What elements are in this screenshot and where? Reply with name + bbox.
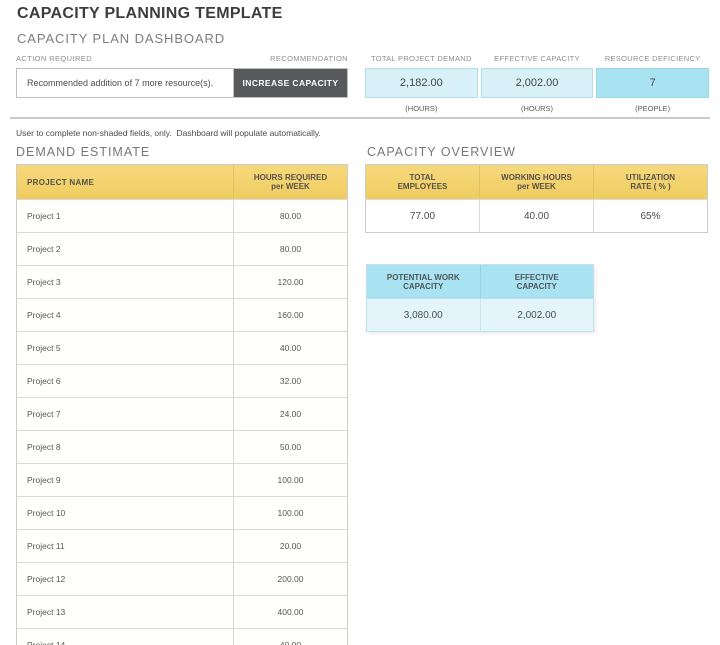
project-name-cell[interactable]: Project 4 xyxy=(17,299,233,331)
demand-estimate-heading: DEMAND ESTIMATE xyxy=(16,145,150,159)
dashboard-metrics: TOTAL PROJECT DEMAND 2,182.00 (HOURS) EF… xyxy=(365,54,709,113)
column-header-total-employees: TOTAL EMPLOYEES xyxy=(366,165,479,199)
project-name-cell[interactable]: Project 9 xyxy=(17,464,233,496)
table-row: Project 9 100.00 xyxy=(17,463,347,496)
effective-capacity-label: EFFECTIVE CAPACITY xyxy=(481,54,594,64)
project-name-cell[interactable]: Project 12 xyxy=(17,563,233,595)
table-row: Project 11 20.00 xyxy=(17,529,347,562)
hours-required-cell[interactable]: 24.00 xyxy=(233,398,347,430)
metric-total-project-demand: TOTAL PROJECT DEMAND 2,182.00 (HOURS) xyxy=(365,54,478,113)
total-employees-value[interactable]: 77.00 xyxy=(366,200,479,232)
column-header-utilization-rate: UTILIZATION RATE ( % ) xyxy=(593,165,707,199)
table-row: Project 4 160.00 xyxy=(17,298,347,331)
metric-resource-deficiency: RESOURCE DEFICIENCY 7 (PEOPLE) xyxy=(596,54,709,113)
column-header-potential-work-capacity: POTENTIAL WORK CAPACITY xyxy=(367,265,480,298)
action-required-section: ACTION REQUIRED RECOMMENDATION Recommend… xyxy=(16,54,348,98)
project-name-cell[interactable]: Project 3 xyxy=(17,266,233,298)
total-project-demand-value: 2,182.00 xyxy=(365,68,478,98)
project-name-cell[interactable]: Project 2 xyxy=(17,233,233,265)
capacity-planning-page: CAPACITY PLANNING TEMPLATE CAPACITY PLAN… xyxy=(0,0,720,645)
capacity-overview-heading: CAPACITY OVERVIEW xyxy=(367,145,516,159)
effective-capacity-value: 2,002.00 xyxy=(481,68,594,98)
project-name-cell[interactable]: Project 8 xyxy=(17,431,233,463)
table-row: Project 10 100.00 xyxy=(17,496,347,529)
capacity-table-header: TOTAL EMPLOYEES WORKING HOURS per WEEK U… xyxy=(366,165,707,199)
hours-required-cell[interactable]: 20.00 xyxy=(233,530,347,562)
effective-capacity-detail-value: 2,002.00 xyxy=(480,299,594,331)
potential-work-capacity-value: 3,080.00 xyxy=(367,299,480,331)
action-message-cell: Recommended addition of 7 more resource(… xyxy=(17,69,234,97)
total-project-demand-unit: (HOURS) xyxy=(365,104,478,113)
table-row: Project 14 40.00 xyxy=(17,628,347,645)
table-row: Project 3 120.00 xyxy=(17,265,347,298)
increase-capacity-button[interactable]: INCREASE CAPACITY xyxy=(234,69,347,97)
hours-required-cell[interactable]: 80.00 xyxy=(233,233,347,265)
hours-required-cell[interactable]: 40.00 xyxy=(233,629,347,645)
project-name-cell[interactable]: Project 11 xyxy=(17,530,233,562)
demand-table-header: PROJECT NAME HOURS REQUIRED per WEEK xyxy=(17,165,347,199)
table-row: Project 6 32.00 xyxy=(17,364,347,397)
working-hours-value[interactable]: 40.00 xyxy=(479,200,593,232)
column-header-working-hours: WORKING HOURS per WEEK xyxy=(479,165,593,199)
hours-required-cell[interactable]: 100.00 xyxy=(233,464,347,496)
table-row: Project 1 80.00 xyxy=(17,199,347,232)
table-row: Project 12 200.00 xyxy=(17,562,347,595)
project-name-cell[interactable]: Project 1 xyxy=(17,200,233,232)
utilization-rate-value[interactable]: 65% xyxy=(593,200,707,232)
hours-required-cell[interactable]: 100.00 xyxy=(233,497,347,529)
hours-required-cell[interactable]: 120.00 xyxy=(233,266,347,298)
project-name-cell[interactable]: Project 10 xyxy=(17,497,233,529)
recommendation-label: RECOMMENDATION xyxy=(270,54,348,64)
column-header-effective-capacity: EFFECTIVE CAPACITY xyxy=(480,265,594,298)
table-row: Project 5 40.00 xyxy=(17,331,347,364)
project-name-cell[interactable]: Project 14 xyxy=(17,629,233,645)
hours-required-cell[interactable]: 400.00 xyxy=(233,596,347,628)
project-name-cell[interactable]: Project 6 xyxy=(17,365,233,397)
action-required-label: ACTION REQUIRED xyxy=(16,54,92,64)
hours-required-cell[interactable]: 50.00 xyxy=(233,431,347,463)
demand-table-body: Project 1 80.00 Project 2 80.00 Project … xyxy=(17,199,347,645)
hours-required-cell[interactable]: 80.00 xyxy=(233,200,347,232)
section-divider xyxy=(10,117,710,119)
column-header-hours-required: HOURS REQUIRED per WEEK xyxy=(233,165,347,199)
demand-estimate-table: PROJECT NAME HOURS REQUIRED per WEEK Pro… xyxy=(16,164,348,645)
resource-deficiency-unit: (PEOPLE) xyxy=(596,104,709,113)
hours-required-cell[interactable]: 160.00 xyxy=(233,299,347,331)
table-row: Project 2 80.00 xyxy=(17,232,347,265)
capacity-overview-table: TOTAL EMPLOYEES WORKING HOURS per WEEK U… xyxy=(365,164,708,233)
table-row: Project 8 50.00 xyxy=(17,430,347,463)
project-name-cell[interactable]: Project 5 xyxy=(17,332,233,364)
resource-deficiency-label: RESOURCE DEFICIENCY xyxy=(596,54,709,64)
hours-required-cell[interactable]: 200.00 xyxy=(233,563,347,595)
metric-effective-capacity: EFFECTIVE CAPACITY 2,002.00 (HOURS) xyxy=(481,54,594,113)
potential-capacity-table: POTENTIAL WORK CAPACITY EFFECTIVE CAPACI… xyxy=(366,264,594,332)
hours-required-cell[interactable]: 40.00 xyxy=(233,332,347,364)
instruction-note: User to complete non-shaded fields, only… xyxy=(16,128,321,138)
resource-deficiency-value: 7 xyxy=(596,68,709,98)
effective-capacity-unit: (HOURS) xyxy=(481,104,594,113)
page-title: CAPACITY PLANNING TEMPLATE xyxy=(17,5,283,23)
table-row: Project 13 400.00 xyxy=(17,595,347,628)
hours-required-cell[interactable]: 32.00 xyxy=(233,365,347,397)
table-row: Project 7 24.00 xyxy=(17,397,347,430)
project-name-cell[interactable]: Project 7 xyxy=(17,398,233,430)
total-project-demand-label: TOTAL PROJECT DEMAND xyxy=(365,54,478,64)
project-name-cell[interactable]: Project 13 xyxy=(17,596,233,628)
dashboard-subtitle: CAPACITY PLAN DASHBOARD xyxy=(17,31,225,46)
column-header-project-name: PROJECT NAME xyxy=(17,165,233,199)
